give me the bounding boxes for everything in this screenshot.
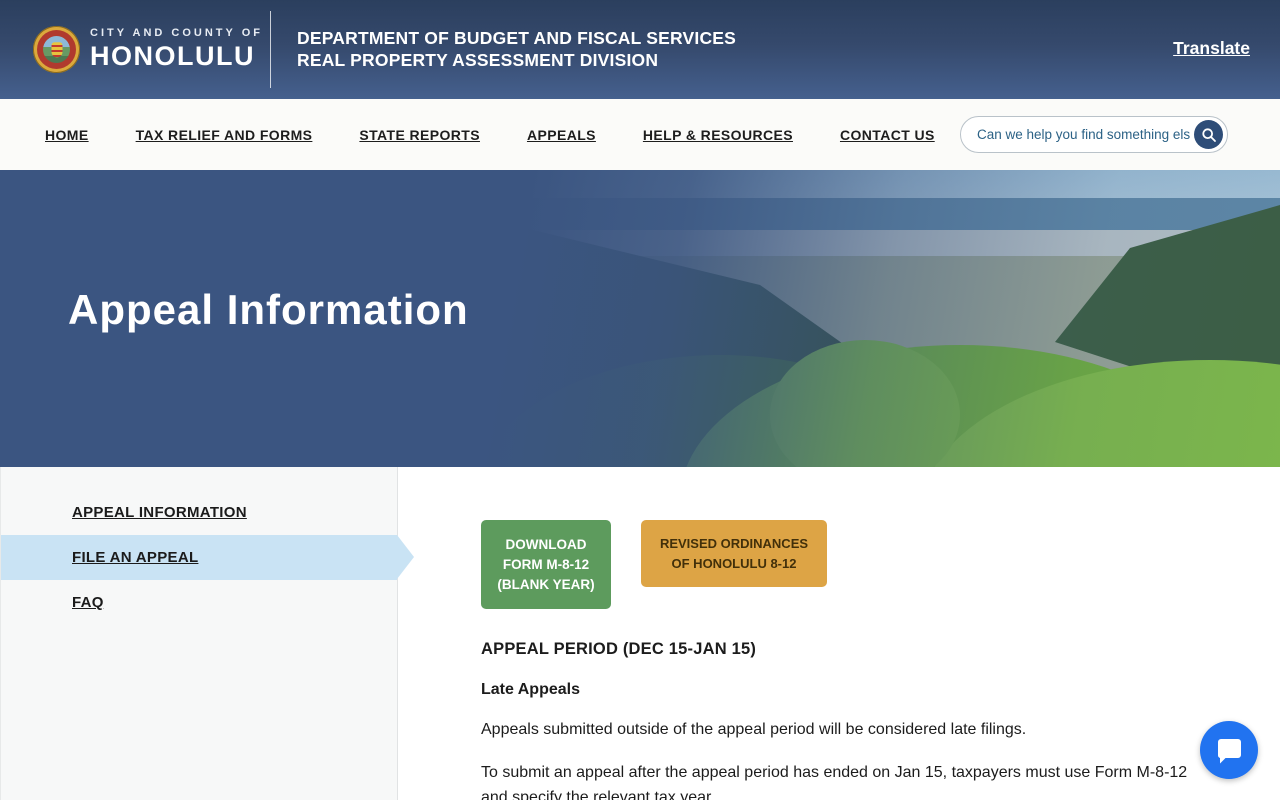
honolulu-seal-icon bbox=[33, 26, 80, 73]
nav-item-tax-relief-and-forms[interactable]: TAX RELIEF AND FORMS bbox=[136, 127, 313, 143]
content-area: APPEAL INFORMATION FILE AN APPEAL FAQ DO… bbox=[0, 467, 1280, 800]
search-input[interactable] bbox=[977, 127, 1194, 142]
revised-ordinances-button[interactable]: REVISED ORDINANCES OF HONOLULU 8-12 bbox=[641, 520, 827, 587]
search-icon bbox=[1201, 127, 1216, 142]
nav-links: HOME TAX RELIEF AND FORMS STATE REPORTS … bbox=[0, 127, 935, 143]
hero-banner: Appeal Information bbox=[0, 170, 1280, 467]
sidebar-link-file-an-appeal[interactable]: FILE AN APPEAL bbox=[72, 549, 198, 566]
translate-link[interactable]: Translate bbox=[1173, 38, 1250, 59]
site-search bbox=[960, 116, 1228, 153]
section-sidebar: APPEAL INFORMATION FILE AN APPEAL FAQ bbox=[0, 467, 414, 800]
action-buttons: DOWNLOAD FORM M-8-12 (BLANK YEAR) REVISE… bbox=[481, 520, 1203, 609]
page-title: Appeal Information bbox=[68, 286, 469, 333]
department-title: DEPARTMENT OF BUDGET AND FISCAL SERVICES… bbox=[297, 27, 736, 71]
main-content: DOWNLOAD FORM M-8-12 (BLANK YEAR) REVISE… bbox=[398, 467, 1203, 800]
nav-item-home[interactable]: HOME bbox=[45, 127, 89, 143]
sidebar-item-file-an-appeal[interactable]: FILE AN APPEAL bbox=[1, 535, 414, 580]
sidebar-item-appeal-information[interactable]: APPEAL INFORMATION bbox=[1, 490, 397, 535]
appeal-period-heading: APPEAL PERIOD (DEC 15-JAN 15) bbox=[481, 640, 757, 658]
org-name-large: HONOLULU bbox=[90, 41, 255, 71]
sidebar-item-faq[interactable]: FAQ bbox=[1, 580, 397, 625]
sidebar-link-appeal-information[interactable]: APPEAL INFORMATION bbox=[72, 504, 247, 521]
department-line2: REAL PROPERTY ASSESSMENT DIVISION bbox=[297, 50, 659, 70]
org-name-small: CITY AND COUNTY OF bbox=[90, 27, 263, 39]
late-appeals-paragraph-1: Appeals submitted outside of the appeal … bbox=[481, 721, 1027, 738]
sidebar-link-faq[interactable]: FAQ bbox=[72, 594, 104, 611]
late-appeals-paragraph-2: To submit an appeal after the appeal per… bbox=[481, 764, 1188, 800]
header-divider bbox=[270, 11, 271, 88]
nav-item-appeals[interactable]: APPEALS bbox=[527, 127, 596, 143]
department-line1: DEPARTMENT OF BUDGET AND FISCAL SERVICES bbox=[297, 28, 737, 48]
nav-item-state-reports[interactable]: STATE REPORTS bbox=[359, 127, 480, 143]
site-logo[interactable]: CITY AND COUNTY OF HONOLULU bbox=[90, 27, 263, 72]
nav-item-help-resources[interactable]: HELP & RESOURCES bbox=[643, 127, 793, 143]
chat-widget-button[interactable] bbox=[1200, 721, 1258, 779]
main-navigation: HOME TAX RELIEF AND FORMS STATE REPORTS … bbox=[0, 99, 1280, 170]
chat-bubble-icon bbox=[1217, 739, 1241, 764]
late-appeals-subheading: Late Appeals bbox=[481, 681, 580, 698]
search-button[interactable] bbox=[1194, 120, 1223, 149]
download-form-m-8-12-button[interactable]: DOWNLOAD FORM M-8-12 (BLANK YEAR) bbox=[481, 520, 611, 609]
nav-item-contact-us[interactable]: CONTACT US bbox=[840, 127, 935, 143]
site-header: CITY AND COUNTY OF HONOLULU DEPARTMENT O… bbox=[0, 0, 1280, 99]
